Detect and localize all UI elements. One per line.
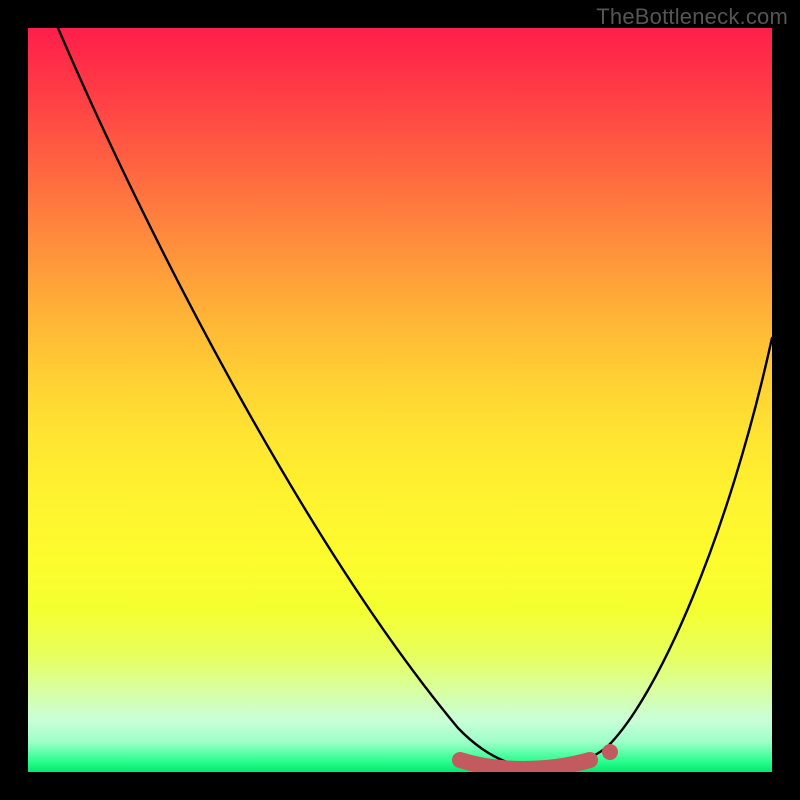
valley-marker-dot (602, 744, 618, 760)
watermark-text: TheBottleneck.com (596, 4, 788, 30)
curve-layer (28, 28, 772, 772)
plot-outer (28, 28, 772, 772)
curve-right-branch (533, 338, 772, 768)
curve-left-branch (58, 28, 533, 768)
valley-marker-segment (460, 760, 590, 769)
plot-area (28, 28, 772, 772)
chart-frame: TheBottleneck.com (0, 0, 800, 800)
